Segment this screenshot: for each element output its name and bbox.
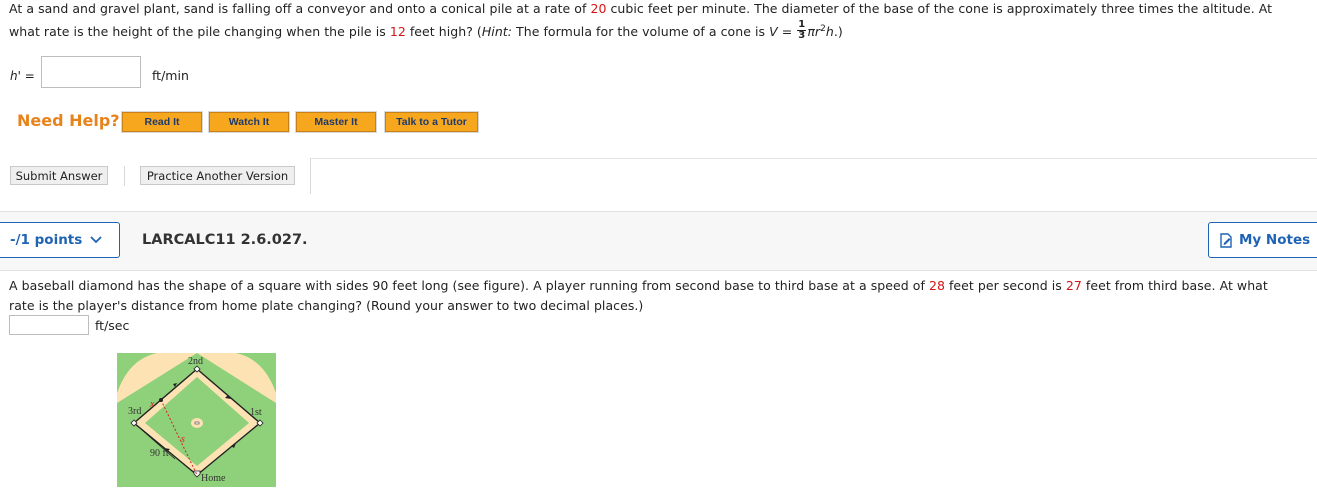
my-notes-button[interactable]: My Notes [1208, 222, 1317, 258]
points-dropdown[interactable]: -/1 points [0, 222, 120, 258]
points-label: -/1 points [10, 232, 83, 248]
label-home: Home [201, 473, 226, 484]
divider [310, 158, 1317, 159]
watch-it-button[interactable]: Watch It [208, 111, 290, 133]
q1-height-value: 12 [389, 24, 406, 39]
q1-hint-label: Hint: [481, 24, 513, 39]
formula-pi-r: πr [807, 24, 821, 39]
q1-text-a: At a sand and gravel plant, sand is fall… [9, 1, 591, 16]
formula-fraction: 13 [797, 20, 807, 41]
q2-text-a: A baseball diamond has the shape of a sq… [9, 278, 929, 293]
q1-text-b: cubic feet per minute. The diameter of t… [606, 1, 1273, 16]
divider [124, 166, 125, 186]
question-1-line-2: what rate is the height of the pile chan… [9, 20, 843, 43]
q2-text-c: feet from third base. At what [1081, 278, 1268, 293]
unit-ft-per-min: ft/min [152, 68, 189, 83]
fraction-denominator: 3 [798, 30, 806, 41]
q1-text-c: what rate is the height of the pile chan… [9, 24, 390, 39]
formula-close: .) [833, 24, 843, 39]
read-it-button[interactable]: Read It [121, 111, 203, 133]
formula-h: h [825, 24, 834, 39]
master-it-button[interactable]: Master It [295, 111, 377, 133]
label-third: 3rd [128, 406, 141, 417]
baseball-diamond-figure: 2nd 3rd 1st Home 90 ft x s [117, 353, 276, 487]
label-first: 1st [250, 407, 262, 418]
label-90ft: 90 ft [150, 448, 169, 459]
submit-answer-button[interactable]: Submit Answer [10, 166, 108, 185]
question-2-line-1: A baseball diamond has the shape of a sq… [9, 278, 1268, 293]
divider [310, 158, 311, 194]
label-second: 2nd [188, 356, 203, 367]
q2-text-b: feet per second is [944, 278, 1066, 293]
practice-another-version-button[interactable]: Practice Another Version [140, 166, 295, 185]
label-s: s [181, 434, 185, 445]
need-help-label: Need Help? [17, 111, 120, 130]
question-id: LARCALC11 2.6.027. [142, 232, 308, 248]
note-edit-icon [1220, 232, 1232, 248]
h-prime-answer-input[interactable] [41, 56, 141, 88]
q1-rate-value: 20 [590, 1, 607, 16]
talk-to-tutor-button[interactable]: Talk to a Tutor [384, 111, 479, 133]
q1-text-e: The formula for the volume of a cone is [512, 24, 770, 39]
question-2-line-2: rate is the player's distance from home … [9, 298, 644, 313]
q1-text-d: feet high? ( [405, 24, 482, 39]
label-x: x [149, 399, 155, 410]
formula-lhs: V = [769, 24, 793, 39]
pitchers-rubber [194, 421, 200, 425]
runner [159, 398, 163, 402]
chevron-down-icon [90, 236, 102, 244]
unit-ft-per-sec: ft/sec [95, 318, 130, 333]
question-1-line-1: At a sand and gravel plant, sand is fall… [9, 1, 1272, 16]
rate-answer-input[interactable] [9, 315, 89, 335]
answer-label: h' = [10, 69, 35, 83]
my-notes-label: My Notes [1239, 232, 1311, 248]
q2-speed-value: 28 [928, 278, 945, 293]
q2-distance-value: 27 [1065, 278, 1082, 293]
